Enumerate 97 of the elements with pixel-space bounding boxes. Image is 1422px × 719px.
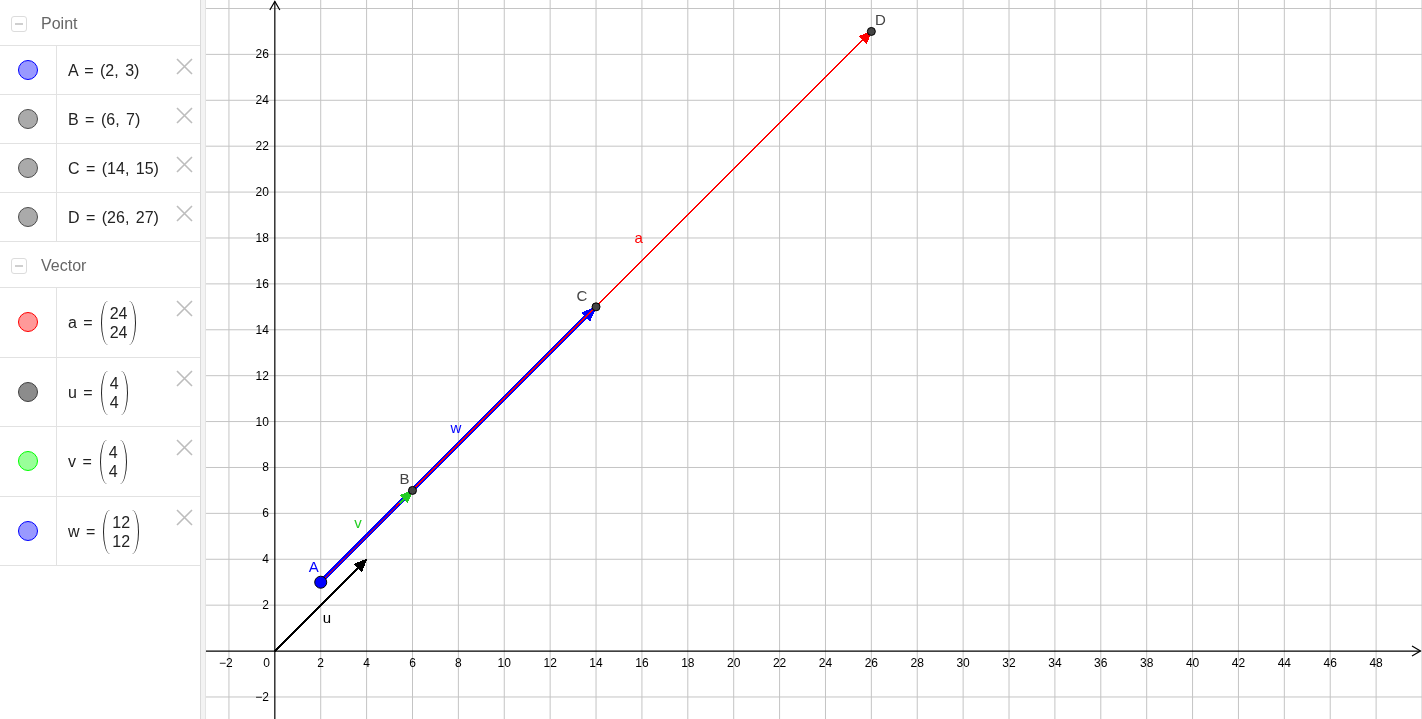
vector-component: 4 [109,373,119,393]
visibility-dot-icon[interactable] [18,158,38,178]
close-icon [176,107,193,124]
visibility-dot-icon[interactable] [18,312,38,333]
visibility-dot-icon[interactable] [18,207,38,227]
tick-label: 2 [317,656,325,671]
tick-label: 34 [1048,656,1062,671]
close-button[interactable] [176,508,193,526]
vector-component: 12 [112,531,131,551]
vector-component: 4 [108,443,118,463]
vector-label: v [354,513,362,531]
close-button[interactable] [176,205,193,222]
collapse-button[interactable] [11,258,27,274]
tick-label: 28 [910,656,924,671]
tick-label: −2 [219,656,233,671]
tick-label: 10 [255,414,269,429]
vector-component: 24 [109,323,128,343]
minus-icon [15,262,23,270]
tick-label: 20 [727,656,741,671]
vector-component: 12 [112,512,131,532]
tick-label: 46 [1323,656,1337,671]
vector-label: w [450,418,462,436]
vector-component: 4 [109,392,119,412]
tick-label: 44 [1277,656,1291,671]
close-button[interactable] [176,58,193,75]
collapse-button[interactable] [11,16,27,32]
point-label: A [308,557,319,575]
point-label: C [576,287,588,305]
tick-label: 38 [1140,656,1154,671]
vector-label: u [322,608,332,626]
group-title: Vector [41,257,87,275]
close-button[interactable] [176,156,193,173]
tick-label: 24 [818,656,833,671]
tick-label: 18 [255,231,269,245]
tick-label: 42 [1231,656,1246,671]
vector-component: 24 [109,304,128,324]
group-title: Point [41,15,78,33]
close-button[interactable] [176,369,193,387]
close-icon [176,508,193,526]
tick-label: 4 [262,552,269,567]
point-definition[interactable]: D = (26, 27) [68,209,159,227]
close-icon [176,369,193,387]
close-button[interactable] [176,300,193,317]
column-vector[interactable]: 24 24 [100,300,137,347]
vector-label: a [634,229,643,247]
tick-label: 8 [455,656,462,671]
tick-label: 4 [363,656,370,671]
close-icon [176,58,193,75]
close-icon [176,156,193,173]
tick-label: 14 [589,656,603,671]
tick-label: 14 [255,322,269,337]
tick-label: 30 [956,656,970,671]
tick-label: 2 [262,598,269,613]
tick-label: 32 [1002,656,1016,671]
column-vector[interactable]: 4 4 [99,439,127,486]
column-vector[interactable]: 4 4 [100,369,128,416]
minus-icon [15,20,23,28]
tick-label: 10 [497,656,511,671]
close-icon [176,439,193,456]
point-definition[interactable]: A = (2, 3) [68,62,140,80]
point-label: D [874,10,886,28]
tick-label: 12 [255,368,269,383]
point-label: B [399,469,410,487]
close-button[interactable] [176,439,193,456]
visibility-dot-icon[interactable] [18,109,38,129]
visibility-dot-icon[interactable] [18,520,38,541]
tick-label: 26 [864,656,879,671]
tick-label: 22 [772,656,787,671]
tick-label: 18 [681,656,695,671]
vector-component: 4 [108,462,118,482]
vector-name[interactable]: a = [68,314,93,333]
column-vector[interactable]: 12 12 [103,508,140,555]
tick-label: 26 [255,47,269,62]
point-definition[interactable]: C = (14, 15) [68,160,159,178]
tick-label: 40 [1185,656,1200,671]
vector-name[interactable]: u = [68,383,93,402]
point-definition[interactable]: B = (6, 7) [68,111,141,129]
tick-label: 12 [543,656,557,671]
tick-label: 0 [263,656,270,671]
tick-label: 8 [262,460,269,475]
visibility-dot-icon[interactable] [18,381,38,402]
tick-label: 6 [409,656,416,671]
visibility-dot-icon[interactable] [18,60,38,80]
tick-label: −2 [255,689,269,704]
tick-label: 16 [635,656,649,671]
tick-label: 20 [255,185,269,200]
tick-label: 36 [1094,656,1108,671]
tick-label: 24 [255,93,269,108]
tick-label: 22 [255,139,269,154]
close-icon [176,205,193,222]
vector-name[interactable]: v = [68,453,92,472]
tick-label: 16 [255,276,269,291]
close-button[interactable] [176,107,193,124]
tick-label: 6 [262,506,269,521]
vector-name[interactable]: w = [68,522,96,541]
tick-label: 48 [1369,656,1383,671]
close-icon [176,300,193,317]
